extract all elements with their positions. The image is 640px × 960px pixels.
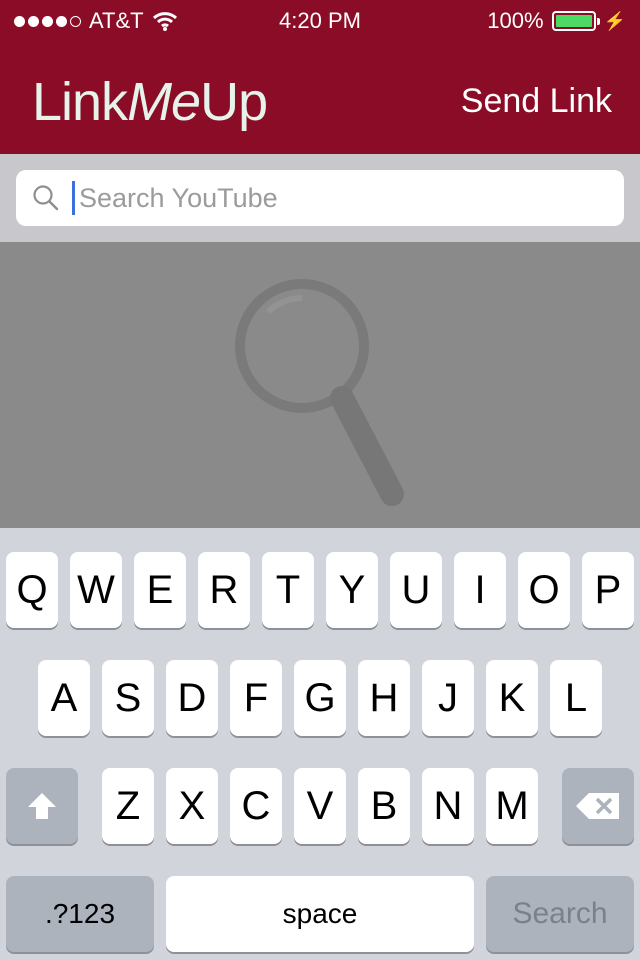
search-field[interactable] xyxy=(16,170,624,226)
key-f[interactable]: F xyxy=(230,660,282,736)
magnifier-illustration-icon xyxy=(235,279,404,506)
key-q[interactable]: Q xyxy=(6,552,58,628)
key-s[interactable]: S xyxy=(102,660,154,736)
status-bar: AT&T 4:20 PM 100% ⚡ xyxy=(0,0,640,40)
key-n[interactable]: N xyxy=(422,768,474,844)
delete-key[interactable] xyxy=(562,768,634,844)
results-area xyxy=(0,242,640,528)
key-k[interactable]: K xyxy=(486,660,538,736)
battery-percent: 100% xyxy=(487,8,544,33)
app-logo: LinkMeUp xyxy=(32,72,268,132)
search-icon xyxy=(33,185,59,211)
key-x[interactable]: X xyxy=(166,768,218,844)
search-input[interactable] xyxy=(77,181,581,215)
battery-icon xyxy=(551,11,600,31)
key-u[interactable]: U xyxy=(390,552,442,628)
key-o[interactable]: O xyxy=(518,552,570,628)
key-i[interactable]: I xyxy=(454,552,506,628)
key-p[interactable]: P xyxy=(582,552,634,628)
search-bar xyxy=(0,154,640,242)
send-link-button[interactable]: Send Link xyxy=(461,82,612,121)
key-l[interactable]: L xyxy=(550,660,602,736)
text-cursor xyxy=(72,181,75,215)
key-v[interactable]: V xyxy=(294,768,346,844)
backspace-icon xyxy=(576,793,619,819)
key-c[interactable]: C xyxy=(230,768,282,844)
key-t[interactable]: T xyxy=(262,552,314,628)
key-h[interactable]: H xyxy=(358,660,410,736)
key-r[interactable]: R xyxy=(198,552,250,628)
key-z[interactable]: Z xyxy=(102,768,154,844)
key-w[interactable]: W xyxy=(70,552,122,628)
key-e[interactable]: E xyxy=(134,552,186,628)
onscreen-keyboard: Q W E R T Y U I O P A S D F G H J K L Z … xyxy=(0,528,640,960)
key-b[interactable]: B xyxy=(358,768,410,844)
key-m[interactable]: M xyxy=(486,768,538,844)
shift-key[interactable] xyxy=(6,768,78,844)
shift-icon xyxy=(28,793,56,819)
key-d[interactable]: D xyxy=(166,660,218,736)
numbers-key[interactable]: .?123 xyxy=(6,876,154,952)
app-header: AT&T 4:20 PM 100% ⚡ LinkMeUp Send Link xyxy=(0,0,640,154)
space-key[interactable]: space xyxy=(166,876,474,952)
key-j[interactable]: J xyxy=(422,660,474,736)
key-y[interactable]: Y xyxy=(326,552,378,628)
charging-icon: ⚡ xyxy=(603,10,626,31)
key-a[interactable]: A xyxy=(38,660,90,736)
search-key[interactable]: Search xyxy=(486,876,634,952)
key-g[interactable]: G xyxy=(294,660,346,736)
